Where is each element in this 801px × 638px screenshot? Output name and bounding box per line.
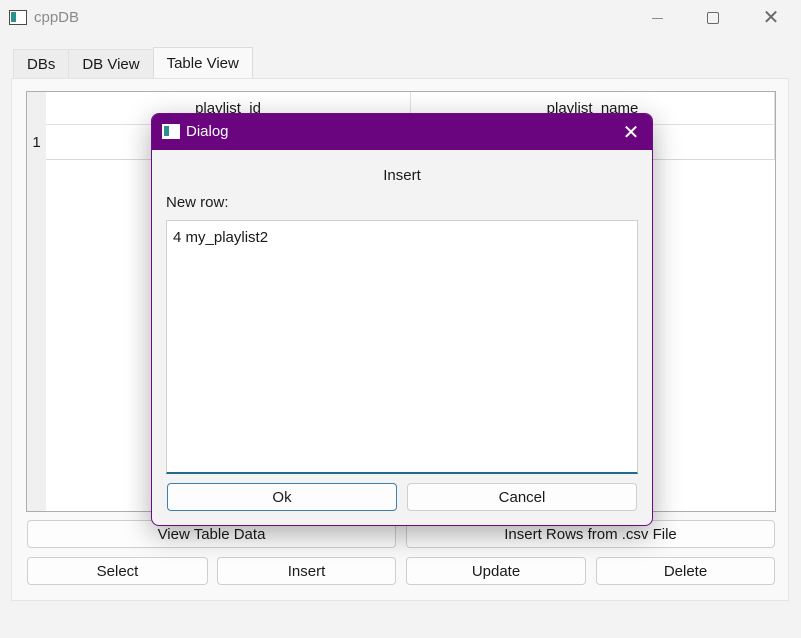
ok-button[interactable]: Ok bbox=[167, 483, 397, 511]
update-button[interactable]: Update bbox=[406, 557, 586, 585]
minimize-button[interactable] bbox=[628, 0, 686, 36]
tab-db-view[interactable]: DB View bbox=[68, 49, 154, 79]
minimize-icon bbox=[651, 17, 663, 19]
tab-table-view[interactable]: Table View bbox=[152, 47, 253, 79]
insert-button[interactable]: Insert bbox=[217, 557, 396, 585]
maximize-button[interactable] bbox=[684, 0, 742, 36]
new-row-text-field[interactable]: 4 my_playlist2 bbox=[166, 220, 638, 474]
new-row-label: New row: bbox=[166, 194, 229, 211]
insert-dialog: Dialog ✕ Insert New row: 4 my_playlist2 … bbox=[151, 113, 653, 526]
close-icon: ✕ bbox=[622, 121, 640, 144]
row-number[interactable]: 1 bbox=[27, 134, 46, 151]
close-icon: ✕ bbox=[762, 7, 780, 29]
dialog-heading: Insert bbox=[383, 167, 421, 184]
dialog-app-icon bbox=[162, 124, 180, 139]
tab-bar: DBs DB View Table View bbox=[13, 47, 253, 79]
dialog-title: Dialog bbox=[186, 123, 229, 140]
dialog-close-button[interactable]: ✕ bbox=[614, 118, 648, 146]
delete-button[interactable]: Delete bbox=[596, 557, 775, 585]
row-header-column: 1 bbox=[27, 92, 46, 511]
select-button[interactable]: Select bbox=[27, 557, 208, 585]
app-icon bbox=[9, 10, 27, 25]
close-window-button[interactable]: ✕ bbox=[742, 0, 800, 36]
window-title: cppDB bbox=[34, 9, 80, 26]
title-bar: cppDB ✕ bbox=[0, 0, 801, 38]
cancel-button[interactable]: Cancel bbox=[407, 483, 637, 511]
tab-dbs[interactable]: DBs bbox=[13, 49, 70, 79]
maximize-icon bbox=[707, 12, 719, 24]
dialog-title-bar: Dialog ✕ bbox=[152, 114, 652, 150]
